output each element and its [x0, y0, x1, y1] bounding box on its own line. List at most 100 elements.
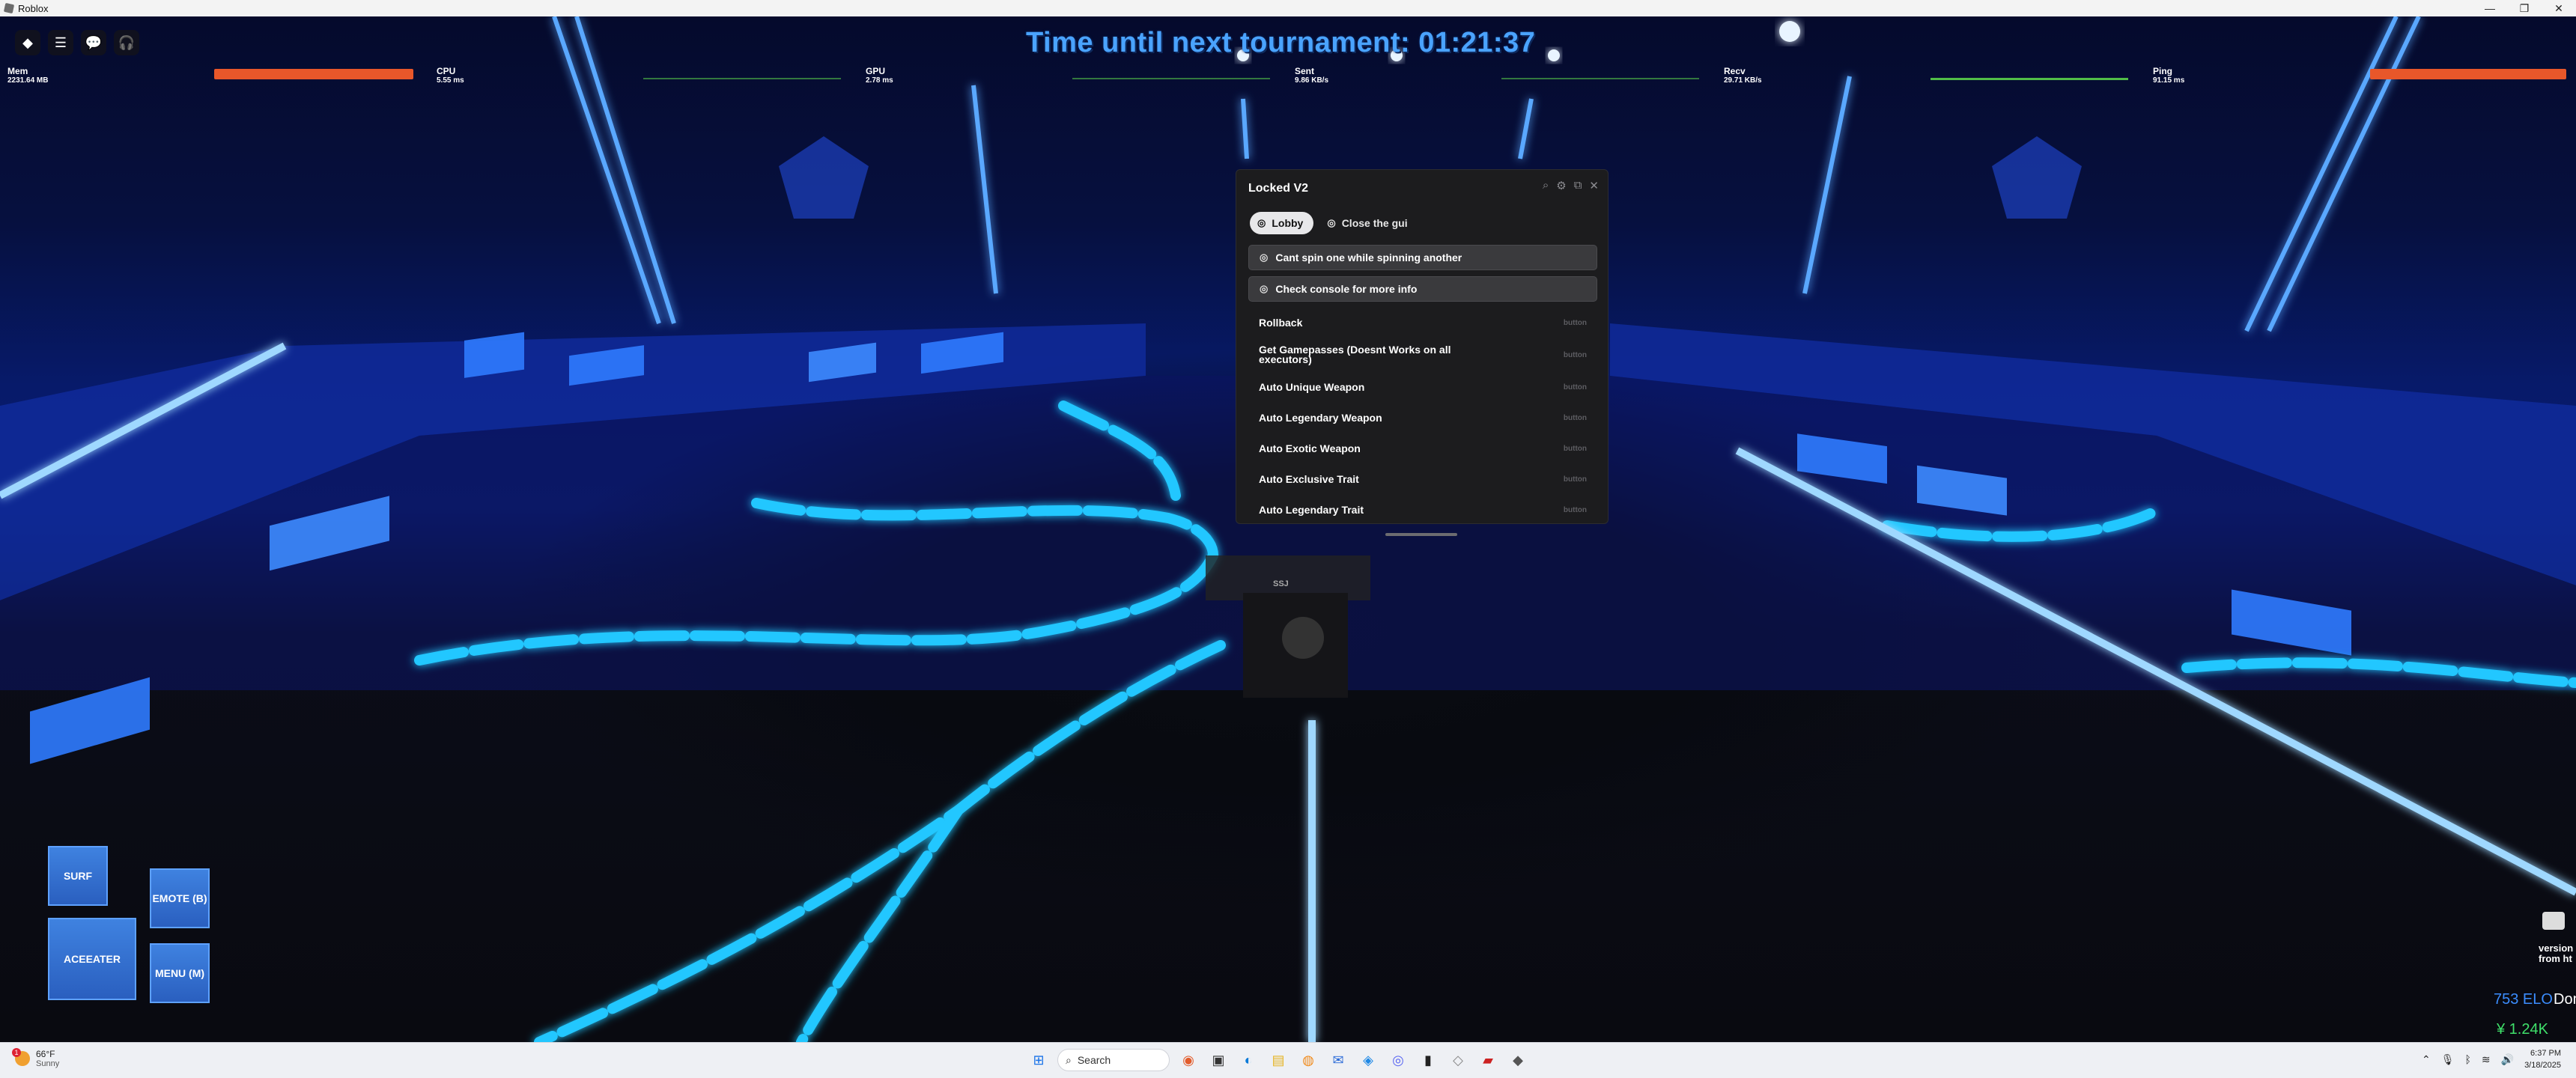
aceeater-button[interactable]: ACEEATER — [48, 918, 136, 1000]
wifi-icon[interactable]: ≋ — [2482, 1053, 2491, 1066]
terminal-icon[interactable]: ▮ — [1417, 1049, 1439, 1071]
neon-pillar — [1802, 76, 1852, 294]
roblox-taskbar-icon[interactable]: ◆ — [1507, 1049, 1529, 1071]
weather-temp: 66°F — [36, 1049, 55, 1059]
console-icon[interactable]: ▰ — [1477, 1049, 1499, 1071]
widgets-icon[interactable]: ◉ — [1177, 1049, 1200, 1071]
button-kind: button — [1563, 505, 1587, 514]
search-icon[interactable]: ⌕ — [1543, 179, 1549, 192]
maximize-button[interactable]: ❐ — [2507, 0, 2542, 16]
roblox-app-icon — [3, 2, 15, 14]
button-label: Auto Exotic Weapon — [1259, 442, 1361, 454]
minimize-icon[interactable]: ⧉ — [1574, 179, 1582, 192]
minimize-button[interactable]: — — [2473, 0, 2507, 16]
pentagon-emblem — [779, 136, 869, 219]
clock-date: 3/18/2025 — [2524, 1061, 2561, 1070]
taskbar-search[interactable]: ⌕ Search — [1057, 1049, 1170, 1071]
weather-widget[interactable]: 1 66°F Sunny — [12, 1048, 59, 1068]
button-kind: button — [1563, 318, 1587, 327]
version-text: version from ht — [2539, 943, 2573, 964]
neon-floor-path — [534, 640, 1226, 1042]
window-titlebar: Roblox — ❐ ✕ — [0, 0, 2576, 16]
button-label: Auto Exclusive Trait — [1259, 473, 1359, 485]
search-placeholder: Search — [1077, 1054, 1111, 1066]
stat-graph — [1501, 78, 1699, 79]
windows-taskbar: 1 66°F Sunny ⊞ ⌕ Search ◉ ▣ ◐ ▤ ◍ ✉ ◈ ◎ … — [0, 1042, 2576, 1078]
file-explorer-icon[interactable]: ▤ — [1267, 1049, 1289, 1071]
tab-label: Lobby — [1272, 217, 1304, 229]
from-label: from ht — [2539, 953, 2572, 964]
stat-value: 5.55 ms — [437, 76, 464, 85]
tab-label: Close the gui — [1341, 217, 1408, 229]
surf-button[interactable]: SURF — [48, 846, 108, 906]
info-icon: ◎ — [1260, 252, 1269, 263]
auto-legendary-weapon-button[interactable]: Auto Legendary Weapon button — [1248, 403, 1596, 433]
stat-label: Recv — [1724, 66, 1746, 76]
emote-button[interactable]: EMOTE (B) — [150, 868, 210, 928]
taskbar-apps: ⊞ ⌕ Search ◉ ▣ ◐ ▤ ◍ ✉ ◈ ◎ ▮ ◇ ▰ ◆ — [1027, 1049, 1529, 1071]
rollback-button[interactable]: Rollback button — [1248, 308, 1596, 338]
stat-recv: Recv 29.71 KB/s — [1716, 63, 2136, 102]
firefox-icon[interactable]: ◍ — [1297, 1049, 1319, 1071]
taskbar-clock[interactable]: 6:37 PM 3/18/2025 — [2524, 1047, 2561, 1071]
app-icon[interactable]: ◇ — [1447, 1049, 1469, 1071]
stat-label: Sent — [1295, 66, 1315, 76]
task-view-icon[interactable]: ▣ — [1207, 1049, 1230, 1071]
stat-mem: Mem 2231.64 MB — [0, 63, 419, 102]
wall-panel — [30, 677, 150, 764]
ceiling-light — [1548, 49, 1560, 61]
menu-icon[interactable]: ☰ — [48, 30, 73, 55]
stat-graph — [1931, 78, 2128, 80]
bluetooth-icon[interactable]: ᛒ — [2464, 1053, 2470, 1065]
gui-note: ◎ Cant spin one while spinning another — [1248, 245, 1597, 270]
close-icon[interactable]: ✕ — [1589, 179, 1599, 192]
volume-icon[interactable]: 🔊 — [2501, 1053, 2514, 1066]
window-title: Roblox — [18, 2, 49, 14]
button-kind: button — [1563, 383, 1587, 392]
button-label: Auto Legendary Trait — [1259, 504, 1364, 516]
mail-icon[interactable]: ✉ — [1327, 1049, 1349, 1071]
stat-value: 2231.64 MB — [7, 76, 49, 85]
tab-close-gui[interactable]: ◎ Close the gui — [1319, 212, 1418, 234]
clock-time: 6:37 PM — [2530, 1049, 2561, 1058]
headset-icon[interactable]: 🎧 — [114, 30, 139, 55]
tournament-timer: Time until next tournament: 01:21:37 — [1026, 27, 1536, 58]
button-kind: button — [1563, 350, 1587, 359]
stat-value: 2.78 ms — [866, 76, 893, 85]
edge-icon[interactable]: ◐ — [1237, 1049, 1260, 1071]
menu-button[interactable]: MENU (M) — [150, 943, 210, 1003]
auto-unique-weapon-button[interactable]: Auto Unique Weapon button — [1248, 372, 1596, 402]
neon-pillar — [1241, 98, 1249, 159]
gui-tabs: ◎ Lobby ◎ Close the gui — [1250, 212, 1418, 234]
tab-lobby[interactable]: ◎ Lobby — [1250, 212, 1314, 234]
button-kind: button — [1563, 475, 1587, 484]
settings-icon[interactable]: ⚙ — [1556, 179, 1566, 192]
microphone-icon[interactable]: 🎙 — [2441, 1053, 2455, 1066]
weather-sun-icon: 1 — [12, 1048, 30, 1066]
tray-chevron-icon[interactable]: ⌃ — [2422, 1053, 2431, 1066]
stat-label: CPU — [437, 66, 456, 76]
tab-icon: ◎ — [1257, 217, 1266, 228]
game-viewport[interactable]: ◆ ☰ 💬 🎧 Time until next tournament: 01:2… — [0, 16, 2576, 1042]
discord-icon[interactable]: ◎ — [1387, 1049, 1409, 1071]
stat-label: GPU — [866, 66, 886, 76]
button-label: Rollback — [1259, 317, 1303, 329]
windows-start-icon[interactable]: ⊞ — [1027, 1049, 1050, 1071]
note-text: Cant spin one while spinning another — [1275, 252, 1462, 264]
gui-title: Locked V2 — [1248, 182, 1309, 195]
get-gamepasses-button[interactable]: Get Gamepasses (Doesnt Works on all exec… — [1248, 338, 1596, 371]
button-kind: button — [1563, 444, 1587, 453]
roblox-logo-icon[interactable]: ◆ — [15, 30, 40, 55]
close-window-button[interactable]: ✕ — [2542, 0, 2576, 16]
button-label: Auto Unique Weapon — [1259, 381, 1365, 393]
chat-icon[interactable]: 💬 — [81, 30, 106, 55]
stat-bar — [214, 69, 413, 79]
auto-exotic-weapon-button[interactable]: Auto Exotic Weapon button — [1248, 433, 1596, 463]
auto-exclusive-trait-button[interactable]: Auto Exclusive Trait button — [1248, 464, 1596, 494]
auto-legendary-trait-button[interactable]: Auto Legendary Trait button — [1248, 495, 1596, 525]
gui-drag-handle[interactable] — [1385, 533, 1457, 536]
window-controls: — ❐ ✕ — [2473, 0, 2576, 16]
store-icon[interactable]: ◈ — [1357, 1049, 1379, 1071]
game-logo-icon — [2542, 912, 2565, 930]
elo-counter: 753 ELO — [2494, 991, 2553, 1008]
